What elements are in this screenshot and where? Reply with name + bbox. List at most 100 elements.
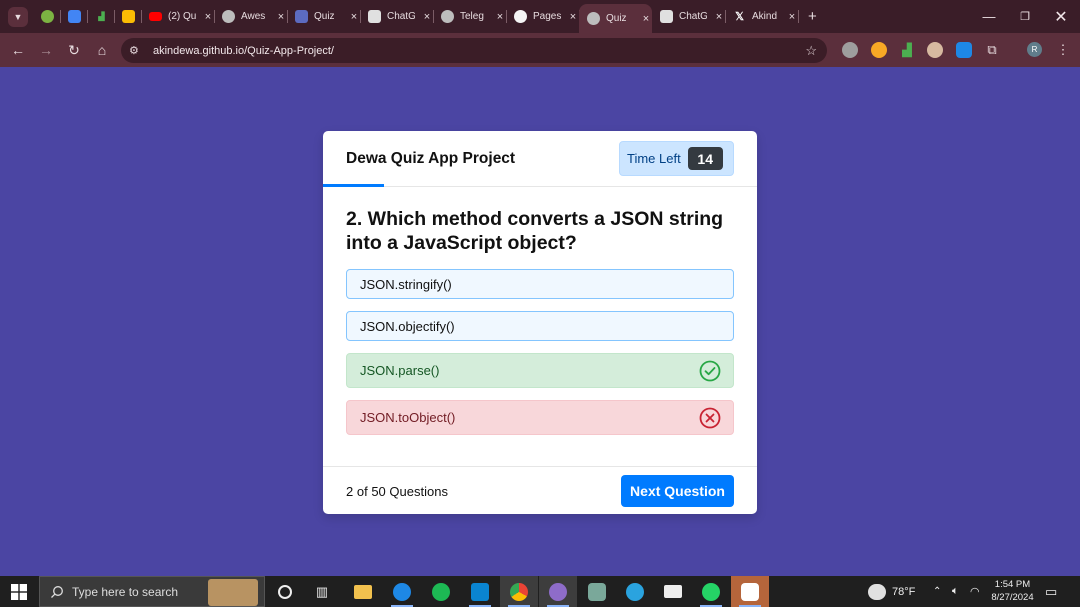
timer: Time Left 14	[619, 141, 734, 176]
site-info-icon[interactable]: ⚙	[129, 44, 145, 57]
task-view-button[interactable]: ▥	[303, 576, 341, 607]
close-tab-icon[interactable]: ×	[786, 11, 798, 23]
extension-grammarly-icon[interactable]	[842, 42, 858, 58]
close-tab-icon[interactable]: ×	[640, 13, 652, 25]
search-highlight-image	[208, 579, 258, 606]
globe-icon	[222, 10, 235, 23]
extension-signal-icon[interactable]: ▟	[899, 42, 915, 58]
taskbar-app-vscode[interactable]	[461, 576, 499, 607]
option-3-correct[interactable]: JSON.parse()	[346, 353, 734, 388]
reload-button[interactable]: ↻	[60, 36, 88, 64]
close-tab-icon[interactable]: ×	[202, 11, 214, 23]
tab-x-akind[interactable]: 𝕏 Akind ×	[725, 4, 799, 29]
volume-button[interactable]: 🔈︎	[952, 576, 959, 607]
timer-seconds: 14	[687, 147, 723, 170]
extensions-puzzle-icon[interactable]: ⧉	[984, 42, 1000, 58]
taskbar-app-chrome-profile[interactable]	[539, 576, 577, 607]
taskbar-app-whatsapp[interactable]	[692, 576, 730, 607]
close-icon: ✕	[1054, 8, 1068, 26]
forward-button[interactable]: →	[32, 36, 60, 64]
taskbar-app-slack[interactable]	[731, 576, 769, 607]
tab-pinned-3[interactable]: ▟	[87, 4, 115, 29]
tab-search-button[interactable]: ▼	[3, 3, 33, 31]
option-text: JSON.toObject()	[360, 410, 456, 425]
tab-awesome[interactable]: Awes ×	[214, 4, 288, 29]
close-tab-icon[interactable]: ×	[348, 11, 360, 23]
start-button[interactable]	[0, 576, 38, 607]
taskbar-app-1[interactable]	[383, 576, 421, 607]
quiz-box: Dewa Quiz App Project Time Left 14 2. Wh…	[323, 131, 757, 514]
time-progress-line	[323, 184, 384, 187]
weather-widget[interactable]: 78°F	[868, 576, 915, 607]
chatgpt-icon	[368, 10, 381, 23]
tab-title: Awes	[241, 11, 266, 22]
tab-pinned-1[interactable]	[33, 4, 61, 29]
tab-chatgpt-1[interactable]: ChatG ×	[360, 4, 434, 29]
close-tab-icon[interactable]: ×	[275, 11, 287, 23]
question-text: 2. Which method converts a JSON string i…	[346, 208, 724, 254]
profile-avatar[interactable]: R	[1027, 42, 1042, 57]
close-window-button[interactable]: ✕	[1044, 0, 1078, 33]
menu-kebab-icon[interactable]: ⋮	[1055, 42, 1071, 58]
app-icon	[393, 582, 411, 601]
tab-pinned-4[interactable]	[114, 4, 142, 29]
extension-avatar-icon[interactable]	[927, 42, 943, 58]
option-4-incorrect[interactable]: JSON.toObject()	[346, 400, 734, 435]
chrome-icon	[510, 582, 528, 601]
taskbar-app-explorer[interactable]	[344, 576, 382, 607]
notification-button[interactable]: ▭	[1045, 576, 1057, 607]
search-placeholder: Type here to search	[72, 584, 179, 599]
question-counter: 2 of 50 Questions	[346, 484, 448, 499]
github-icon	[514, 10, 527, 23]
tab-pinned-2[interactable]	[60, 4, 88, 29]
windows-logo-icon	[11, 583, 27, 600]
home-icon: ⌂	[97, 42, 107, 58]
close-tab-icon[interactable]: ×	[494, 11, 506, 23]
network-button[interactable]: ◠	[970, 576, 980, 607]
extension-doc-icon[interactable]	[956, 42, 972, 58]
task-view-icon: ▥	[315, 583, 329, 599]
bookmark-star-icon[interactable]: ☆	[805, 43, 817, 59]
quiz-footer: 2 of 50 Questions Next Question	[323, 466, 757, 514]
close-tab-icon[interactable]: ×	[713, 11, 725, 23]
tab-pages[interactable]: Pages ×	[506, 4, 580, 29]
x-logo-icon: 𝕏	[735, 11, 744, 23]
spotify-icon	[432, 582, 450, 601]
chatgpt-icon	[588, 582, 606, 601]
option-2[interactable]: JSON.objectify()	[346, 311, 734, 341]
cortana-button[interactable]	[266, 576, 304, 607]
tab-quiz-active[interactable]: Quiz ×	[579, 4, 652, 33]
slack-icon	[741, 582, 759, 601]
option-1[interactable]: JSON.stringify()	[346, 269, 734, 299]
minimize-button[interactable]: —	[972, 0, 1006, 33]
tab-chatgpt-2[interactable]: ChatG ×	[652, 4, 726, 29]
clock[interactable]: 1:54 PM 8/27/2024	[985, 578, 1040, 604]
taskbar-app-chrome[interactable]	[500, 576, 538, 607]
taskbar-app-spotify[interactable]	[422, 576, 460, 607]
taskbar-app-chatgpt[interactable]	[578, 576, 616, 607]
new-tab-button[interactable]: +	[798, 4, 817, 29]
tab-title: Akind	[752, 11, 778, 22]
back-button[interactable]: ←	[4, 36, 32, 64]
taskbar-app-telegram[interactable]	[616, 576, 654, 607]
close-tab-icon[interactable]: ×	[567, 11, 579, 23]
taskbar-search-box[interactable]: Type here to search	[39, 576, 265, 607]
close-tab-icon[interactable]: ×	[421, 11, 433, 23]
profile-initial: R	[1031, 45, 1038, 54]
option-text: JSON.objectify()	[360, 318, 455, 334]
home-button[interactable]: ⌂	[88, 36, 116, 64]
extension-coin-icon[interactable]	[871, 42, 887, 58]
tray-overflow-button[interactable]: ⌃	[933, 576, 941, 607]
tab-quiz-1[interactable]: Quiz ×	[287, 4, 361, 29]
tab-telegram[interactable]: Teleg ×	[433, 4, 507, 29]
tab-youtube[interactable]: (2) Qu ×	[141, 4, 215, 29]
youtube-icon	[149, 12, 162, 21]
address-bar[interactable]: ⚙ akindewa.github.io/Quiz-App-Project/ ☆	[121, 38, 827, 63]
timer-label: Time Left	[627, 151, 681, 166]
taskbar-app-terminal[interactable]	[654, 576, 692, 607]
next-question-button[interactable]: Next Question	[621, 475, 734, 507]
restore-button[interactable]: ❐	[1008, 0, 1042, 33]
option-text: JSON.parse()	[360, 363, 440, 378]
tab-title: ChatG	[679, 11, 707, 22]
url-text[interactable]: akindewa.github.io/Quiz-App-Project/	[153, 45, 334, 57]
